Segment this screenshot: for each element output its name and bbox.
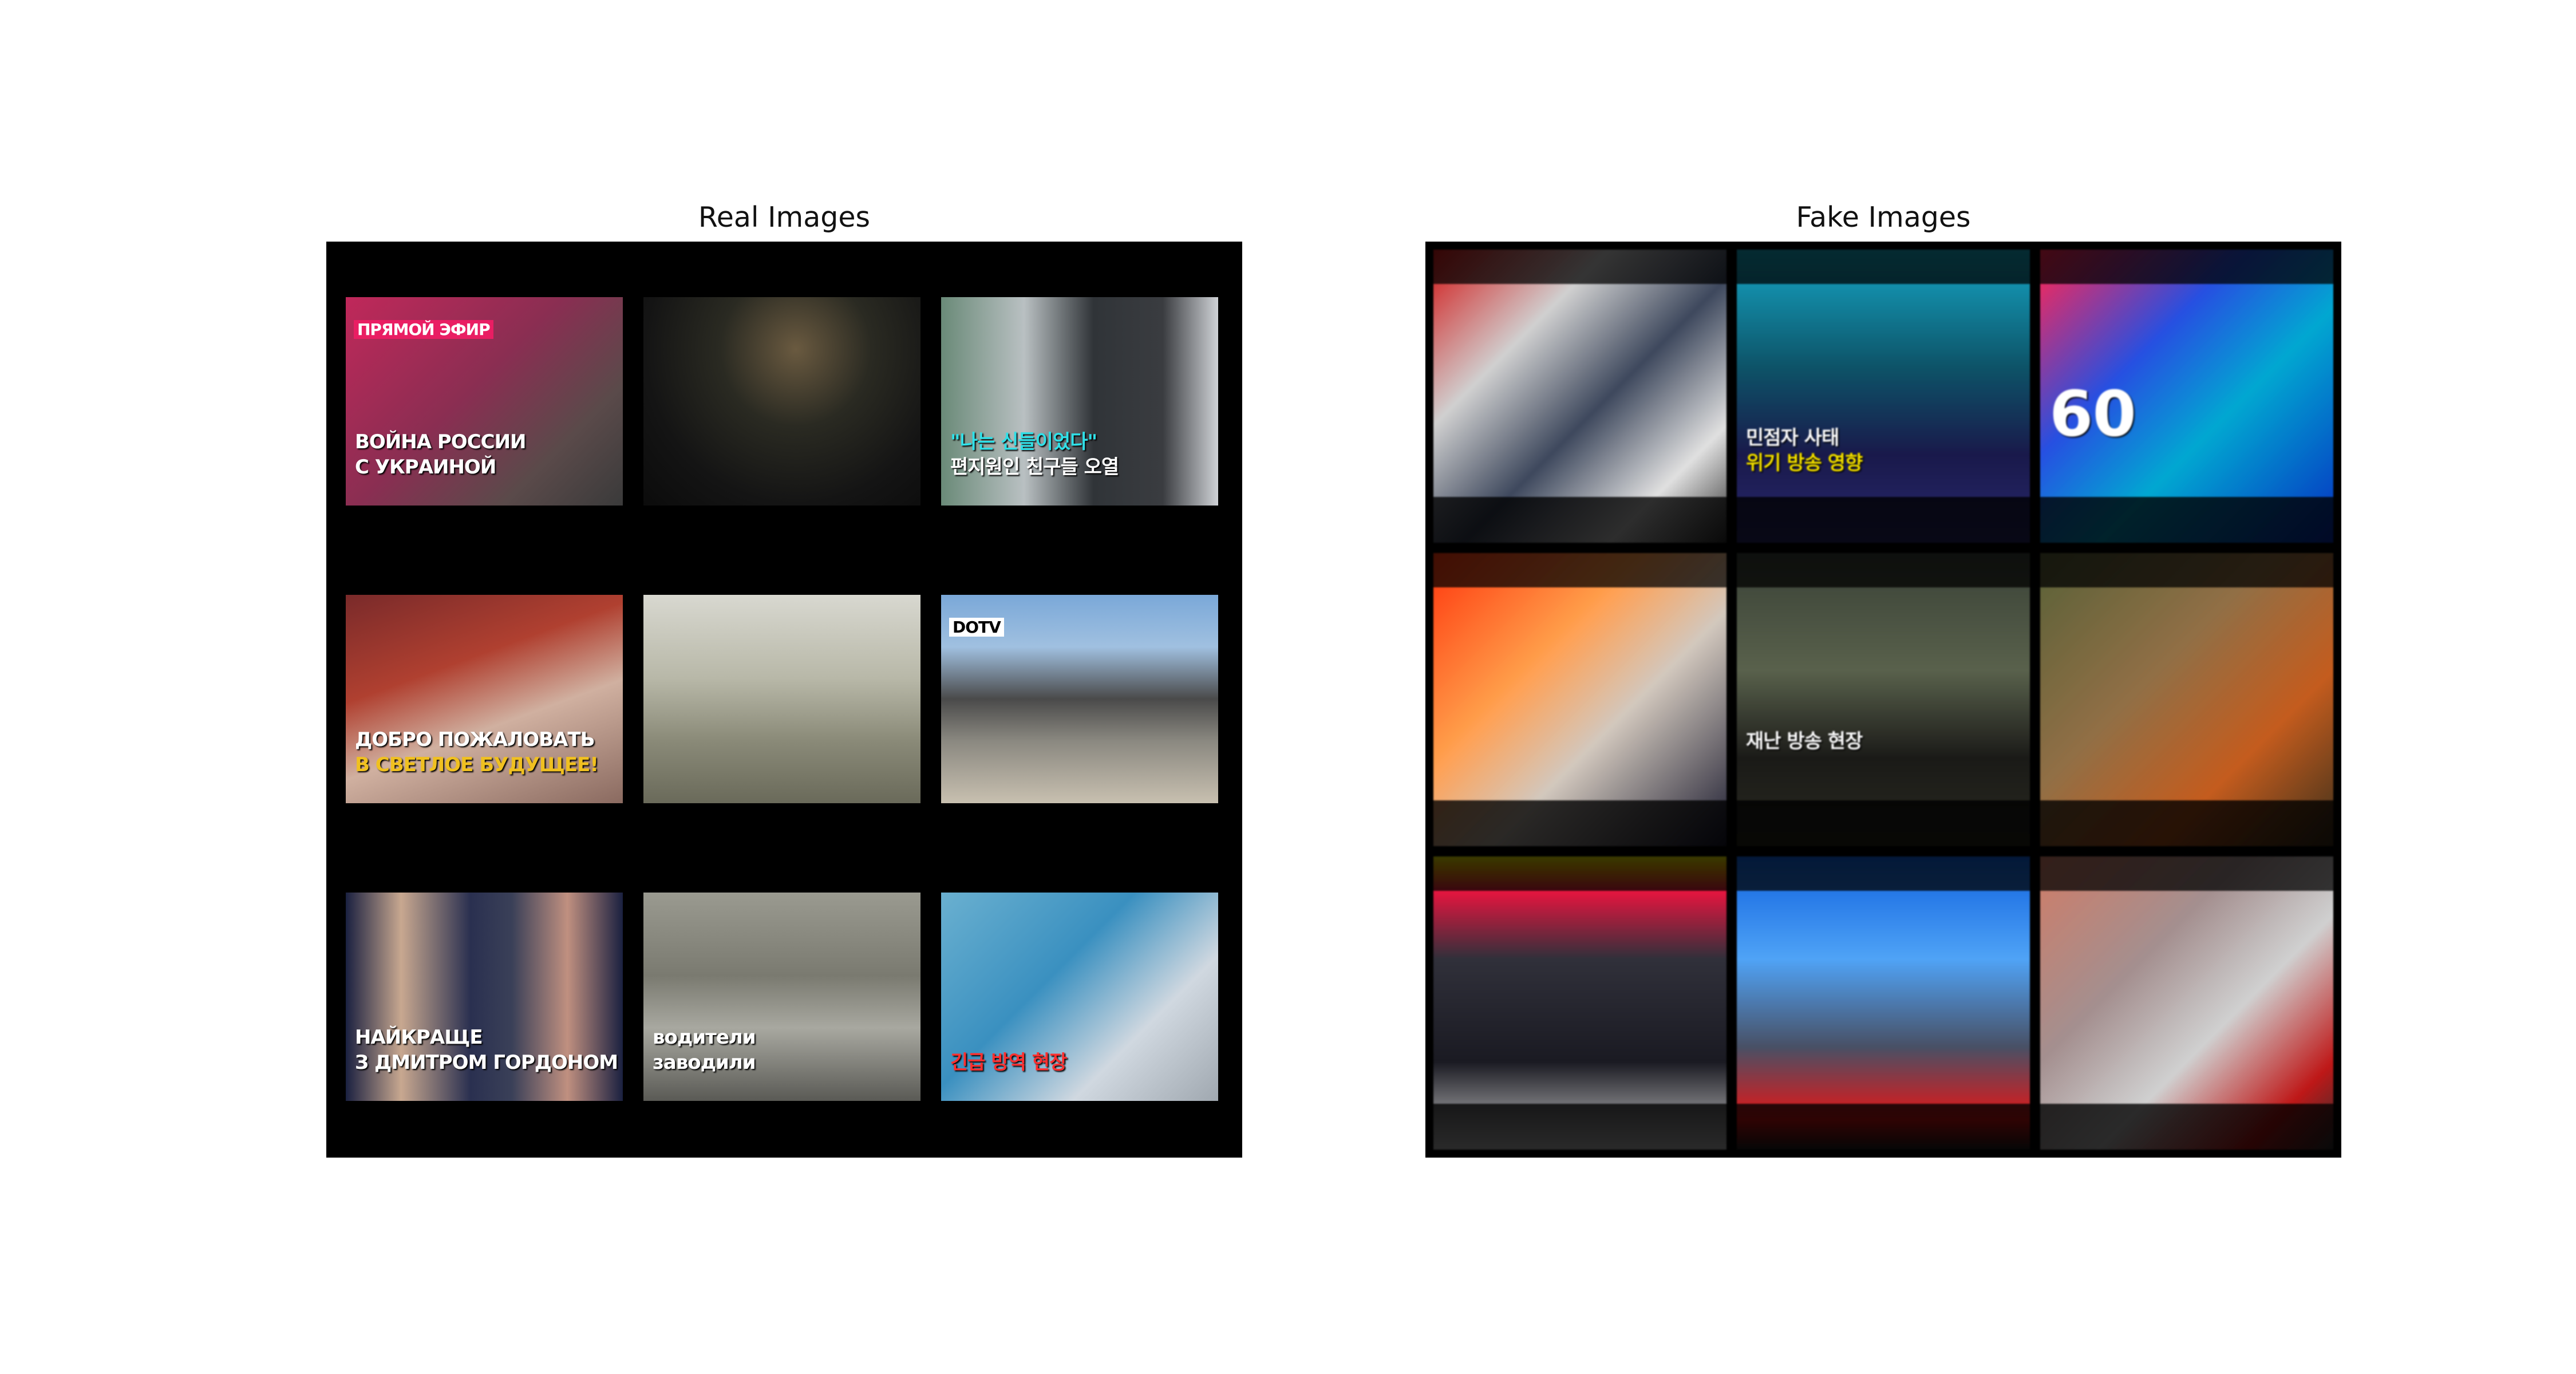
image-tile-generated-frame-blue-sky [1737, 856, 2030, 1150]
tile-caption-line: 위기 방송 영향 [1746, 452, 1863, 475]
tile-caption-line: 긴급 방역 현장 [950, 1051, 1067, 1074]
frame-bottom-band [1737, 1104, 2030, 1150]
tile-caption-line: С УКРАИНОЙ [355, 456, 496, 479]
tile-caption-line: 60 [2049, 377, 2136, 451]
tile-caption-line: 편지원인 친구들 오열 [950, 456, 1119, 479]
image-tile-generated-frame-street [2040, 856, 2333, 1150]
tile-caption-line: НАЙКРАЩЕ [355, 1026, 483, 1049]
image-tile-politicians-welcome-banner: ДОБРО ПОЖАЛОВАТЬ В СВЕТЛОЕ БУДУЩЕЕ! [346, 595, 623, 803]
real-images-grid: ПРЯМОЙ ЭФИР ВОЙНА РОССИИ С УКРАИНОЙ "나는 신들이… [326, 242, 1242, 1158]
frame-top-band [1433, 553, 1726, 587]
frame-bottom-band [1433, 800, 1726, 846]
tile-caption-line: ВОЙНА РОССИИ [355, 431, 527, 453]
image-tile-generated-frame-yellow-caption: 민점자 사태위기 방송 영향 [1737, 250, 2030, 543]
frame-top-band [2040, 250, 2333, 284]
tile-caption-line: 민점자 사태 [1746, 427, 1839, 449]
tile-caption-line: 재난 방송 현장 [1746, 730, 1863, 753]
image-tile-smoke-over-building: DOTV [941, 595, 1218, 803]
image-tile-memorial-portrait-news: "나는 신들이었다" 편지원인 친구들 오열 [941, 297, 1218, 506]
real-panel-title: Real Images [698, 201, 871, 234]
frame-bottom-band [2040, 800, 2333, 846]
fake-images-grid: 민점자 사태위기 방송 영향 60 재난 방송 현장 [1425, 242, 2341, 1158]
frame-bottom-band [1737, 497, 2030, 543]
tile-caption-line: ДОБРО ПОЖАЛОВАТЬ [355, 728, 595, 751]
frame-bottom-band [2040, 1104, 2333, 1150]
tile-caption-line: заводили [653, 1051, 756, 1074]
frame-top-band [1737, 250, 2030, 284]
frame-top-band [1433, 856, 1726, 891]
image-tile-armored-vehicle-street [643, 595, 920, 803]
frame-bottom-band [1433, 1104, 1726, 1150]
image-tile-mountain-road-cars: водители заводили [643, 893, 920, 1101]
image-tile-hazmat-workers: 긴급 방역 현장 [941, 893, 1218, 1101]
image-tile-generated-frame-crowd [2040, 553, 2333, 846]
tile-badge: DOTV [949, 618, 1004, 637]
frame-top-band [2040, 856, 2333, 891]
tile-badge: ПРЯМОЙ ЭФИР [354, 320, 493, 339]
image-tile-generated-frame-fire [1433, 553, 1726, 846]
image-tile-generated-frame-60: 60 [2040, 250, 2333, 543]
frame-top-band [2040, 553, 2333, 587]
image-tile-live-broadcast-war: ПРЯМОЙ ЭФИР ВОЙНА РОССИИ С УКРАИНОЙ [346, 297, 623, 506]
image-tile-podcast-hosts: НАЙКРАЩЕ З ДМИТРОМ ГОРДОНОМ [346, 893, 623, 1101]
image-tile-crowd-protest-night [643, 297, 920, 506]
frame-bottom-band [2040, 497, 2333, 543]
frame-bottom-band [1433, 497, 1726, 543]
image-tile-generated-frame-dark-caption: 재난 방송 현장 [1737, 553, 2030, 846]
frame-top-band [1737, 553, 2030, 587]
tile-caption-line: В СВЕТЛОЕ БУДУЩЕЕ! [355, 753, 599, 776]
frame-top-band [1433, 250, 1726, 284]
frame-top-band [1737, 856, 2030, 891]
tile-caption-line: "나는 신들이었다" [950, 431, 1097, 453]
tile-caption-line: водители [653, 1026, 756, 1049]
fake-panel-title: Fake Images [1796, 201, 1971, 234]
image-tile-generated-frame-yellow-bar [1433, 856, 1726, 1150]
frame-bottom-band [1737, 800, 2030, 846]
tile-caption-line: З ДМИТРОМ ГОРДОНОМ [355, 1051, 618, 1074]
image-tile-generated-frame-anchor [1433, 250, 1726, 543]
